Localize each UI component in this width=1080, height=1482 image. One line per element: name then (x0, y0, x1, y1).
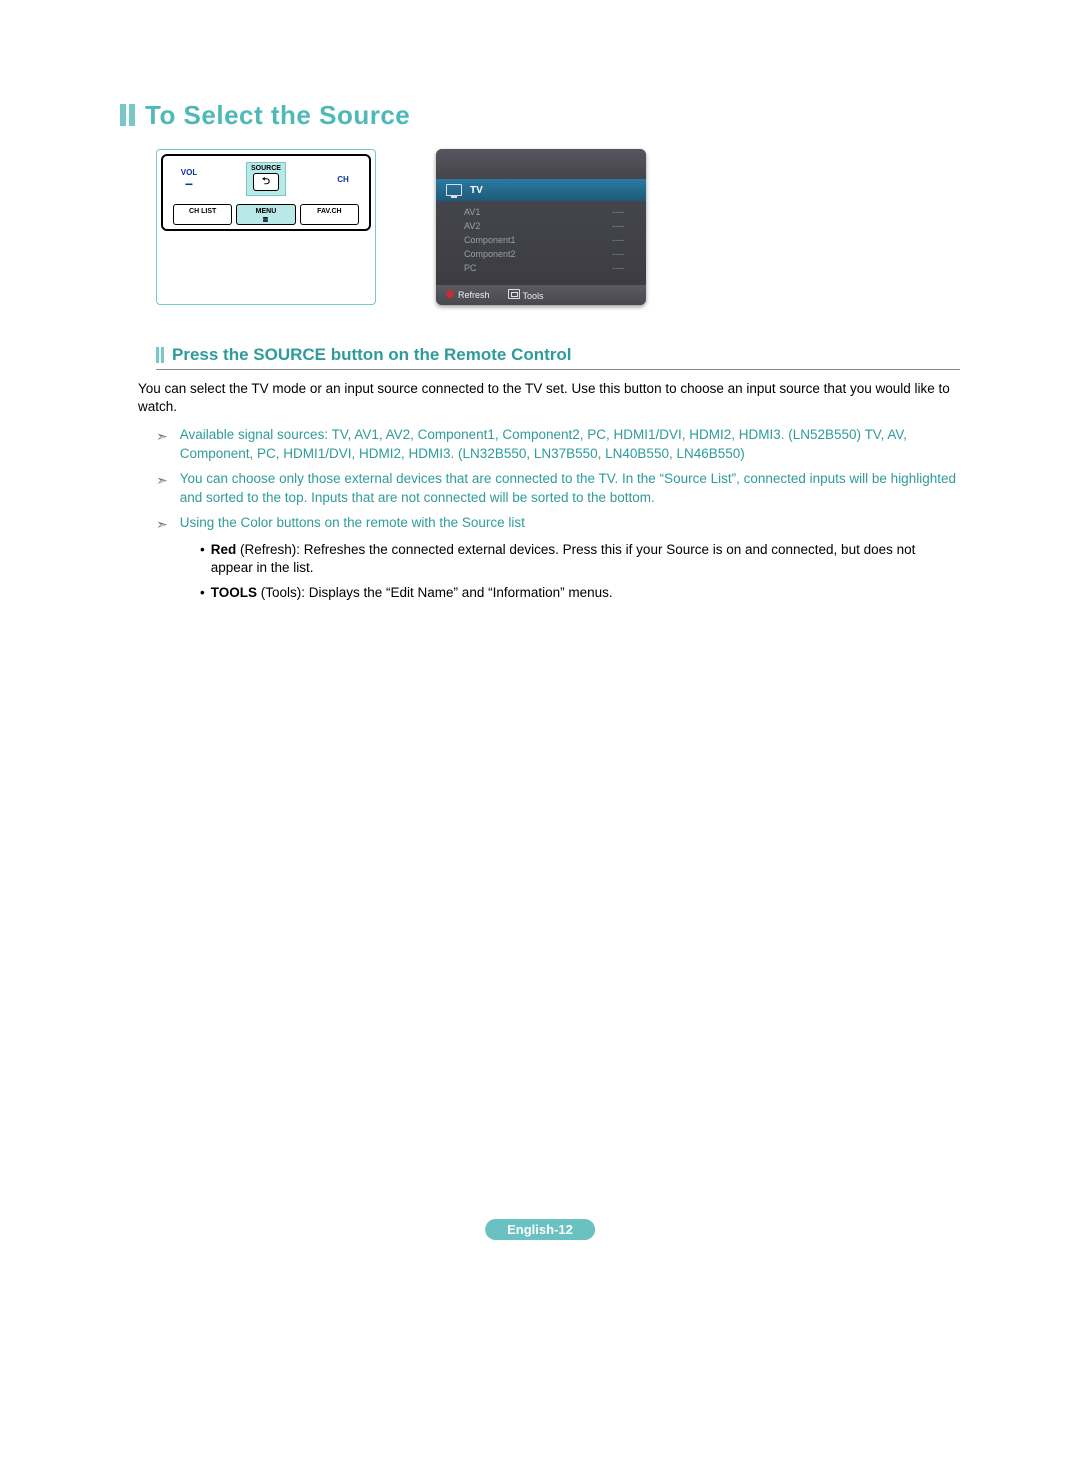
osd-footer: Refresh Tools (436, 285, 646, 305)
note-text: You can choose only those external devic… (180, 470, 960, 508)
remote-favch-button: FAV.CH (300, 204, 359, 225)
osd-selected-row: TV (436, 179, 646, 201)
osd-header (436, 149, 646, 179)
section-subhead-row: Press the SOURCE button on the Remote Co… (156, 345, 960, 365)
minus-icon: − (173, 177, 205, 191)
page-title-row: To Select the Source (120, 100, 960, 131)
bullet-item: • TOOLS (Tools): Displays the “Edit Name… (200, 584, 960, 603)
list-item: Component1 ---- (436, 233, 646, 247)
sub-bullet-list: • Red (Refresh): Refreshes the connected… (200, 541, 960, 604)
manual-page: To Select the Source VOL − SOURCE ⮌ (0, 0, 1080, 1300)
osd-tools: Tools (508, 289, 544, 301)
arrow-icon: ➣ (156, 427, 168, 464)
bullet-text: Red (Refresh): Refreshes the connected e… (211, 541, 960, 579)
bullet-item: • Red (Refresh): Refreshes the connected… (200, 541, 960, 579)
note-text: Using the Color buttons on the remote wi… (180, 514, 525, 535)
list-item: Component2 ---- (436, 247, 646, 261)
list-item: PC ---- (436, 261, 646, 275)
page-title: To Select the Source (145, 100, 410, 131)
list-item: AV1 ---- (436, 205, 646, 219)
illustration-row: VOL − SOURCE ⮌ CH CH LIST MENU (156, 149, 960, 305)
tools-icon (508, 289, 520, 299)
bullet-dot-icon: • (200, 584, 205, 603)
remote-menu-button: MENU ▥ (236, 204, 295, 225)
arrow-icon: ➣ (156, 471, 168, 508)
note-item: ➣ Using the Color buttons on the remote … (156, 514, 960, 535)
source-icon: ⮌ (262, 177, 270, 187)
section-divider (156, 369, 960, 370)
page-number-badge: English-12 (485, 1219, 595, 1240)
tv-icon (446, 184, 462, 196)
remote-source-highlight: SOURCE ⮌ (246, 162, 286, 196)
section-subhead: Press the SOURCE button on the Remote Co… (172, 345, 572, 365)
arrow-icon: ➣ (156, 515, 168, 535)
osd-source-list: AV1 ---- AV2 ---- Component1 ---- Compon… (436, 201, 646, 285)
title-accent-bars (120, 104, 135, 126)
remote-ch-label: CH (327, 175, 359, 184)
note-text: Available signal sources: TV, AV1, AV2, … (180, 426, 960, 464)
osd-refresh: Refresh (446, 290, 490, 300)
intro-paragraph: You can select the TV mode or an input s… (138, 380, 960, 416)
subhead-accent-bars (156, 347, 164, 363)
list-item: AV2 ---- (436, 219, 646, 233)
note-item: ➣ You can choose only those external dev… (156, 470, 960, 508)
bullet-text: TOOLS (Tools): Displays the “Edit Name” … (211, 584, 613, 603)
red-dot-icon (446, 290, 454, 298)
menu-icon: ▥ (239, 216, 292, 223)
source-list-osd: TV AV1 ---- AV2 ---- Component1 ---- Com… (436, 149, 646, 305)
note-item: ➣ Available signal sources: TV, AV1, AV2… (156, 426, 960, 464)
remote-control-illustration: VOL − SOURCE ⮌ CH CH LIST MENU (156, 149, 376, 305)
remote-vol-label: VOL − (173, 168, 205, 191)
remote-source-button: ⮌ (253, 173, 279, 191)
bullet-dot-icon: • (200, 541, 205, 579)
remote-source-label: SOURCE (251, 165, 281, 172)
remote-chlist-button: CH LIST (173, 204, 232, 225)
osd-selected-label: TV (470, 185, 483, 196)
